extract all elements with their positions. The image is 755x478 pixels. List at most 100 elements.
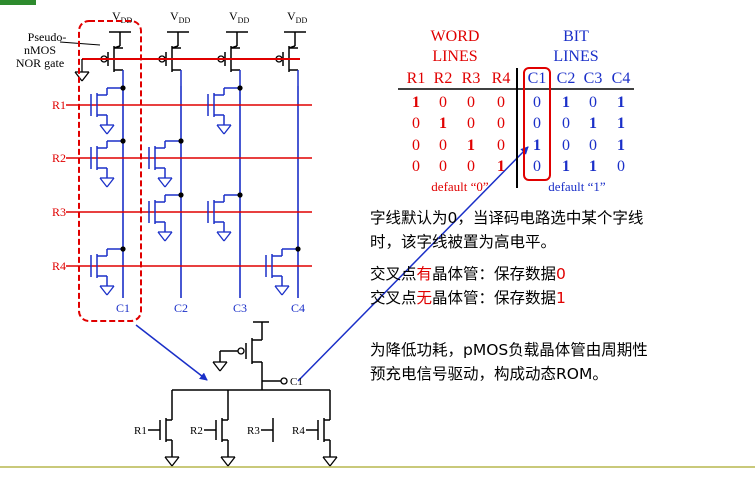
ground-side [99, 124, 108, 135]
note-default: 字线默认为0，当译码电路选中某个字线 时，该字线被置为高电平。 [370, 206, 643, 254]
nmos-cell [148, 138, 184, 188]
vdd-subscript: DD [238, 16, 250, 25]
nmos-ground [99, 177, 115, 188]
ground-side [212, 361, 221, 372]
bit-value-cell: 0 [589, 137, 597, 154]
ground-side [274, 285, 283, 296]
detail-nmos-ground [322, 456, 338, 467]
word-bit-cell: 1 [412, 94, 420, 111]
detail-input-label: R4 [292, 425, 305, 437]
detail-output-node [280, 377, 288, 385]
rom-array: Pseudo- nMOS NOR gate VDD VDD VDD VDDC1 C2 C3… [16, 9, 312, 315]
vdd-subscript: DD [179, 16, 191, 25]
nmos-ground [274, 285, 290, 296]
ground-side [281, 285, 290, 296]
note-without-suffix: 晶体管：保存数据 [432, 289, 557, 307]
note-dynamic-line2: 预充电信号驱动，构成动态ROM。 [370, 365, 608, 383]
column-highlight [78, 20, 142, 322]
word-bit-cell: 0 [439, 137, 447, 154]
ground-side [157, 177, 166, 188]
detail-input-label: R3 [247, 425, 260, 437]
table-col-header: C1 [528, 70, 547, 87]
nmos-ground [216, 124, 232, 135]
note-dynamic-line1: 为降低功耗，pMOS负载晶体管由周期性 [370, 341, 648, 359]
detail-nmos-ground [164, 456, 180, 467]
note-with-suffix: 晶体管：保存数据 [432, 265, 557, 283]
word-bit-cell: 0 [467, 158, 475, 175]
bitline-junction [120, 85, 126, 91]
nmos-ground [99, 124, 115, 135]
bit-line-label-c2: C2 [174, 301, 188, 315]
word-bit-cell: 1 [467, 137, 475, 154]
ground-side [99, 285, 108, 296]
bit-value-cell: 0 [562, 115, 570, 132]
ground-side [216, 124, 225, 135]
nmos-label: nMOS [24, 43, 56, 57]
word-lines-title: WORD [431, 28, 480, 45]
word-bit-cell: 0 [412, 158, 420, 175]
word-bit-cell: 0 [412, 115, 420, 132]
word-line-label-r2: R2 [52, 151, 66, 165]
bitline-junction [237, 85, 243, 91]
note-with-key: 有 [416, 265, 433, 283]
ground-side [216, 231, 225, 242]
detail-input-label: R2 [190, 425, 203, 437]
word-line-label-r4: R4 [52, 259, 66, 273]
bit-lines-title: BIT [563, 28, 589, 45]
nmos-ground [157, 231, 173, 242]
nmos-cell [207, 192, 243, 242]
nor-gate-label: NOR gate [16, 56, 64, 70]
nmos-ground [99, 285, 115, 296]
table-col-header: C3 [584, 70, 603, 87]
ground-side [106, 177, 115, 188]
bit-value-cell: 0 [533, 158, 541, 175]
nmos-ground [157, 177, 173, 188]
bit-line-label-c1: C1 [116, 301, 130, 315]
detail-input-r1: R1 [134, 390, 180, 467]
word-bit-cell: 1 [439, 115, 447, 132]
ground-side [322, 456, 331, 467]
note-default-line1: 字线默认为0，当译码电路选中某个字线 [370, 209, 644, 227]
ground-side [227, 456, 236, 467]
detail-nmos-ground [220, 456, 236, 467]
word-bit-cell: 0 [467, 94, 475, 111]
detail-pmos-ground [212, 361, 228, 372]
bit-value-cell: 1 [617, 115, 625, 132]
note-with-prefix: 交叉点 [370, 265, 417, 283]
nmos-cell [207, 85, 243, 135]
ground-side [106, 124, 115, 135]
vdd-subscript: DD [296, 16, 308, 25]
bit-value-cell: 0 [589, 94, 597, 111]
detail-pmos-bubble [237, 347, 245, 355]
word-line-label-r1: R1 [52, 98, 66, 112]
note-dynamic-rom: 为降低功耗，pMOS负载晶体管由周期性 预充电信号驱动，构成动态ROM。 [370, 338, 648, 386]
nmos-cell [90, 85, 126, 135]
note-without-key: 无 [416, 289, 433, 307]
bitline-junction [178, 192, 184, 198]
ground-side [219, 361, 228, 372]
nmos-cell [148, 192, 184, 242]
word-bit-cell: 1 [497, 158, 505, 175]
bit-value-cell: 1 [533, 137, 541, 154]
note-with-transistor: 交叉点有晶体管：保存数据0 [370, 262, 566, 286]
word-bit-cell: 0 [497, 115, 505, 132]
bitline-junction [178, 138, 184, 144]
ground-side [157, 231, 166, 242]
word-bit-cell: 0 [497, 137, 505, 154]
ground-side [81, 71, 90, 82]
word-bit-cell: 0 [467, 115, 475, 132]
detail-input-r3: R3 [247, 418, 274, 442]
note-with-value: 0 [556, 265, 566, 283]
vdd-label: VDD [229, 9, 249, 25]
vdd-label: VDD [287, 9, 307, 25]
ground-side [329, 456, 338, 467]
detail-output-label: C1 [290, 376, 303, 388]
bit-value-cell: 0 [533, 115, 541, 132]
bit-value-cell: 1 [617, 94, 625, 111]
bit-value-cell: 1 [589, 115, 597, 132]
word-line-label-r3: R3 [52, 205, 66, 219]
bit-value-cell: 1 [562, 94, 570, 111]
note-without-transistor: 交叉点无晶体管：保存数据1 [370, 286, 566, 310]
bit-line-label-c4: C4 [291, 301, 305, 315]
table-row-header: R4 [492, 70, 511, 87]
